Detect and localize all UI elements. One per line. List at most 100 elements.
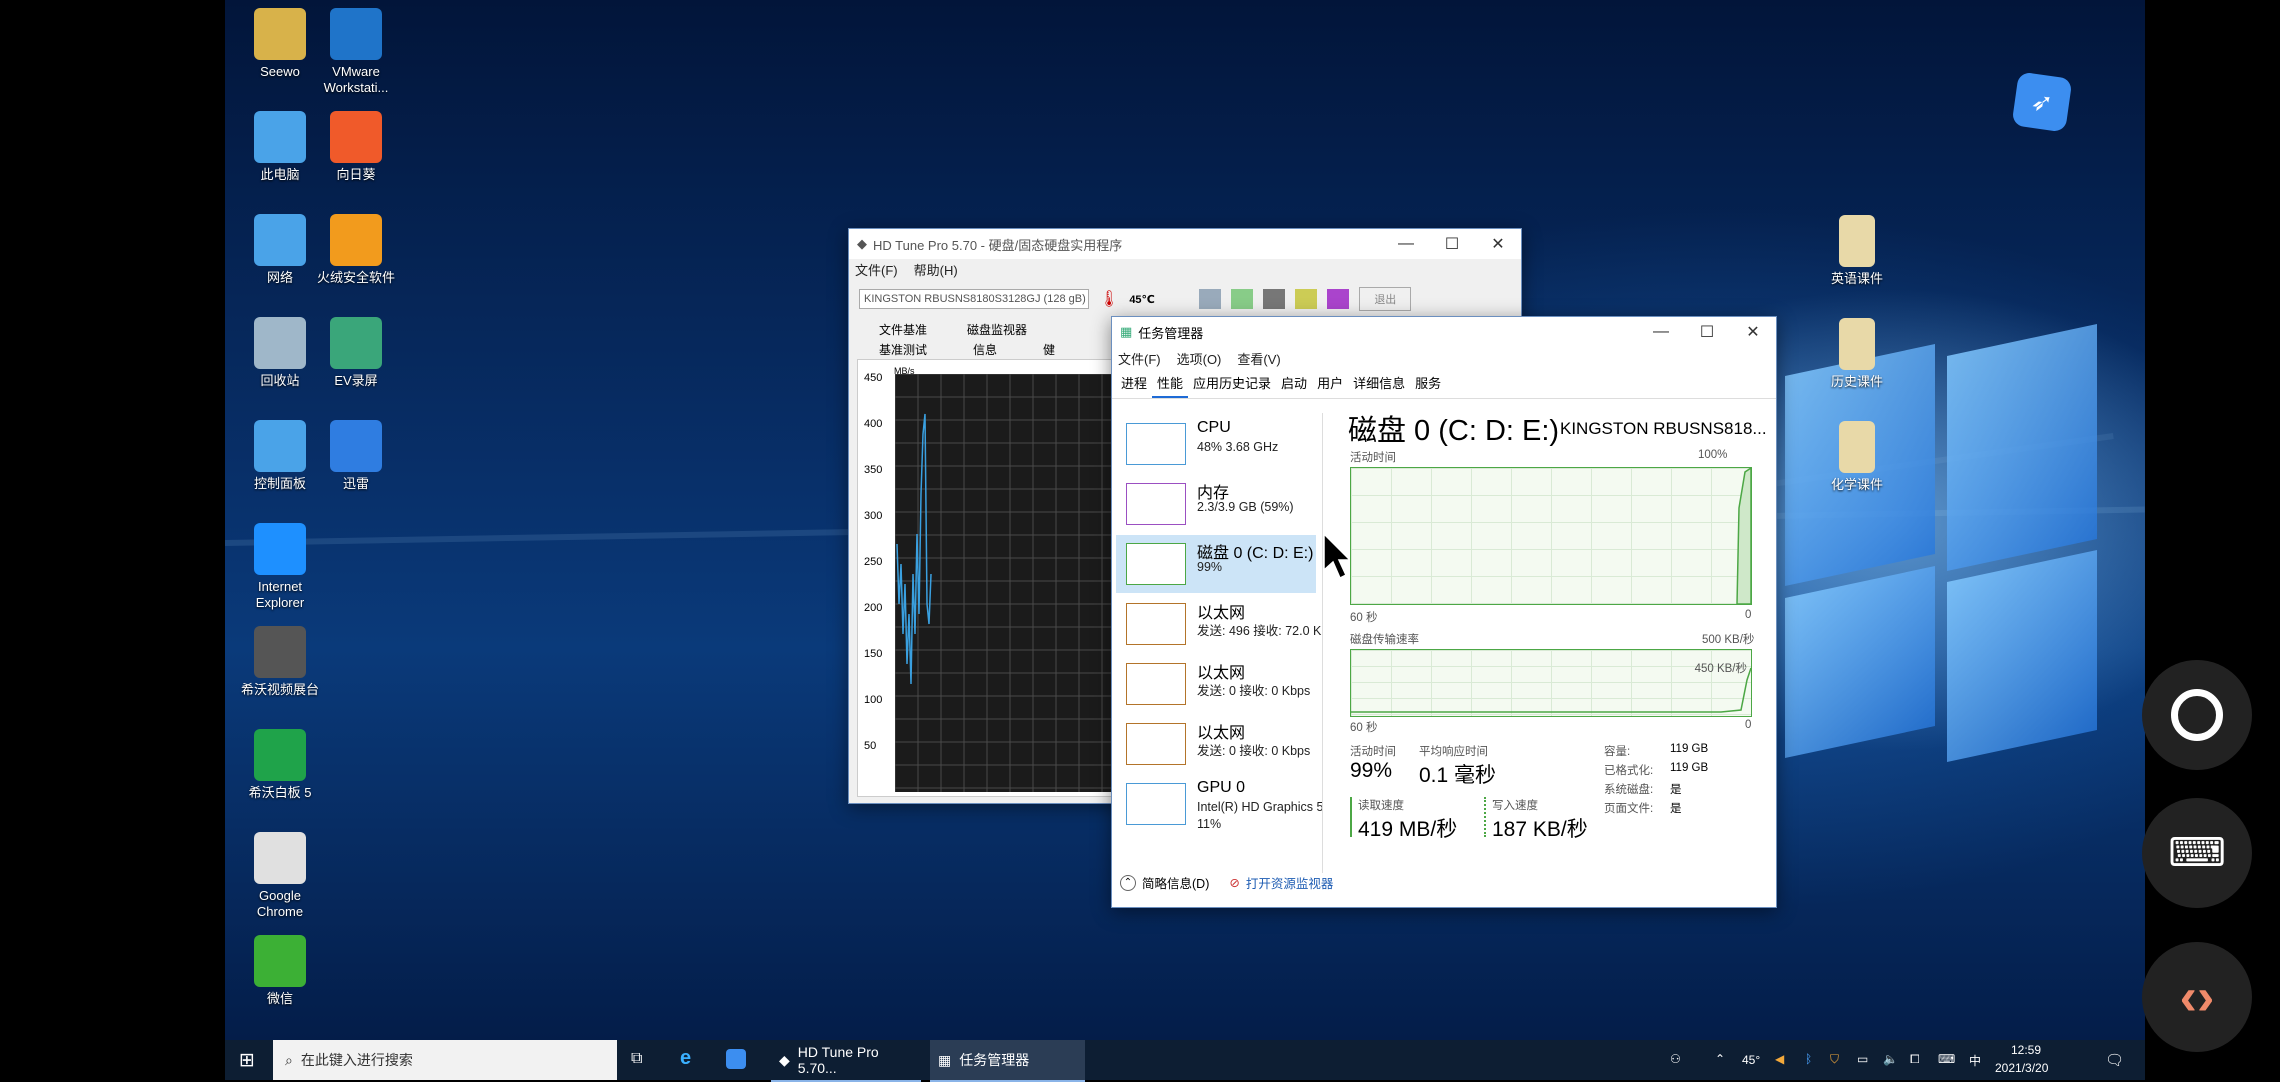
desktop-icon[interactable]: 英语课件 <box>1812 215 1902 287</box>
keyboard-button[interactable]: ⌨ <box>2142 798 2252 908</box>
copy-all-icon[interactable] <box>1231 289 1254 309</box>
perf-side-item[interactable]: 磁盘 0 (C: D: E:) 99% <box>1116 535 1316 593</box>
bluetooth-icon[interactable]: ᛒ <box>1805 1052 1812 1066</box>
desktop-icon[interactable]: 化学课件 <box>1812 421 1902 493</box>
perf-side-item[interactable]: 以太网 发送: 496 接收: 72.0 K <box>1116 595 1321 653</box>
minimize-button[interactable]: — <box>1638 323 1684 341</box>
screenshot-icon[interactable] <box>1263 289 1286 309</box>
vmware-icon <box>330 8 382 60</box>
tab-info[interactable]: 信息 <box>973 341 997 358</box>
perf-item-name: GPU 0 <box>1197 779 1246 796</box>
tab-benchmark[interactable]: 基准测试 <box>879 341 927 358</box>
perf-side-item[interactable]: 以太网 发送: 0 接收: 0 Kbps <box>1116 655 1316 713</box>
chevron-up-icon[interactable]: ⌃ <box>1120 874 1136 891</box>
taskmgr-menu-options[interactable]: 选项(O) <box>1177 349 1222 368</box>
maximize-button[interactable]: ☐ <box>1429 234 1475 254</box>
close-button[interactable]: ✕ <box>1730 322 1776 342</box>
tab-4[interactable]: 用户 <box>1312 369 1348 398</box>
notification-icon[interactable]: 🗨 <box>2105 1051 2124 1069</box>
options-icon[interactable] <box>1295 289 1318 309</box>
tab-1[interactable]: 性能 <box>1152 369 1189 398</box>
record-button[interactable] <box>2142 660 2252 770</box>
write-speed-bar <box>1484 797 1486 837</box>
desktop-icon[interactable]: 火绒安全软件 <box>311 214 401 286</box>
search-placeholder: 在此键入进行搜索 <box>300 1052 413 1068</box>
benchmark-graph <box>895 374 1127 792</box>
perf-side-item[interactable]: GPU 0 Intel(R) HD Graphics 5 11% <box>1116 775 1323 833</box>
search-box[interactable]: ⌕ 在此键入进行搜索 <box>273 1040 617 1080</box>
save-icon[interactable] <box>1327 289 1350 309</box>
shield-icon[interactable]: ⛉ <box>1830 1052 1839 1067</box>
xunlei-taskbar-icon[interactable] <box>726 1049 746 1069</box>
perf-thumbnail <box>1126 543 1186 585</box>
perf-side-item[interactable]: 内存 2.3/3.9 GB (59%) <box>1116 475 1316 533</box>
desktop-icon[interactable]: VMware Workstati... <box>311 8 401 96</box>
taskbar-app-hdtune[interactable]: ◆ HD Tune Pro 5.70... <box>771 1040 921 1082</box>
exit-button[interactable]: 退出 <box>1359 287 1412 311</box>
desktop-icon[interactable]: 希沃视频展台 <box>235 626 325 698</box>
y-tick-label: 400 <box>864 418 883 430</box>
desktop-icon-label: 火绒安全软件 <box>316 270 395 285</box>
ie-taskbar-icon[interactable]: e <box>680 1047 691 1070</box>
folder-icon <box>1839 215 1875 267</box>
active-time-value: 99% <box>1350 759 1393 782</box>
tab-disk-monitor[interactable]: 磁盘监视器 <box>967 321 1027 338</box>
network-icon[interactable]: ▭ <box>1857 1052 1868 1066</box>
fewer-details-link[interactable]: 简略信息(D) <box>1142 873 1209 892</box>
hdtune-app-icon: ◆ <box>779 1051 790 1068</box>
desktop-icon[interactable]: 希沃白板 5 <box>235 729 325 801</box>
desktop-icon[interactable]: 历史课件 <box>1812 318 1902 390</box>
desktop-icon[interactable]: Internet Explorer <box>235 523 325 611</box>
tab-3[interactable]: 启动 <box>1276 369 1312 398</box>
volume-icon[interactable]: 🔈 <box>1883 1052 1898 1066</box>
taskmgr-title: 任务管理器 <box>1138 325 1204 341</box>
windows-logo-wallpaper <box>1785 324 2145 762</box>
window-icon[interactable]: ⧠ <box>1910 1052 1920 1067</box>
page-file-label: 页面文件: <box>1604 803 1654 815</box>
perf-side-item[interactable]: CPU 48% 3.68 GHz <box>1116 415 1316 473</box>
taskmgr-menu-file[interactable]: 文件(F) <box>1118 349 1161 368</box>
speaker-icon[interactable]: ◀ <box>1775 1052 1784 1066</box>
taskmgr-titlebar[interactable]: ▦ 任务管理器 — ☐ ✕ <box>1112 317 1776 347</box>
keyboard-icon[interactable]: ⌨ <box>1938 1052 1955 1066</box>
page-file-value: 是 <box>1670 803 1682 815</box>
copy-icon[interactable] <box>1199 289 1222 309</box>
y-tick-label: 350 <box>864 464 883 476</box>
close-button[interactable]: ✕ <box>1475 234 1521 254</box>
start-button[interactable]: ⊞ <box>239 1049 255 1072</box>
minimize-button[interactable]: — <box>1383 235 1429 253</box>
maximize-button[interactable]: ☐ <box>1684 322 1730 342</box>
people-icon[interactable]: ⚇ <box>1670 1052 1681 1066</box>
drive-select[interactable]: KINGSTON RBUSNS8180S3128GJ (128 gB) <box>859 289 1089 309</box>
hdtune-titlebar[interactable]: ◆ HD Tune Pro 5.70 - 硬盘/固态硬盘实用程序 — ☐ ✕ <box>849 229 1521 259</box>
desktop-icon[interactable]: 微信 <box>235 935 325 1007</box>
clock-date[interactable]: 2021/3/20 <box>1995 1061 2048 1075</box>
desktop-icon[interactable]: 迅雷 <box>311 420 401 492</box>
tab-5[interactable]: 详细信息 <box>1348 369 1410 398</box>
xunlei-float-icon[interactable]: ➶ <box>2011 71 2073 133</box>
hdtune-menu-help[interactable]: 帮助(H) <box>914 260 958 279</box>
taskmgr-menu-view[interactable]: 查看(V) <box>1237 349 1280 368</box>
desktop-icon-label: 微信 <box>266 991 293 1006</box>
perf-side-item[interactable]: 以太网 发送: 0 接收: 0 Kbps <box>1116 715 1316 773</box>
task-view-icon[interactable]: ⧉ <box>631 1050 642 1068</box>
open-resource-monitor-link[interactable]: 打开资源监视器 <box>1246 873 1334 892</box>
tab-2[interactable]: 应用历史记录 <box>1188 369 1276 398</box>
chevron-up-icon[interactable]: ⌃ <box>1715 1052 1725 1066</box>
desktop-icon[interactable]: Google Chrome <box>235 832 325 920</box>
arrows-icon: ‹› <box>2179 968 2215 1026</box>
ime-indicator[interactable]: 中 <box>1969 1052 1981 1069</box>
desktop-icon[interactable]: EV录屏 <box>311 317 401 389</box>
collapse-button[interactable]: ‹› <box>2142 942 2252 1052</box>
clock-time[interactable]: 12:59 <box>2011 1043 2041 1057</box>
desktop-icon[interactable]: 向日葵 <box>311 111 401 183</box>
en-board-icon <box>254 729 306 781</box>
tab-0[interactable]: 进程 <box>1116 369 1152 398</box>
tab-6[interactable]: 服务 <box>1410 369 1446 398</box>
hdtune-menu-file[interactable]: 文件(F) <box>855 260 898 279</box>
taskbar-app-taskmgr[interactable]: ▦ 任务管理器 <box>930 1040 1085 1082</box>
tab-health[interactable]: 健 <box>1043 341 1055 358</box>
task-manager-window[interactable]: ▦ 任务管理器 — ☐ ✕ 文件(F) 选项(O) 查看(V) 进程 性能 应用历史… <box>1111 316 1777 908</box>
perf-thumbnail <box>1126 663 1186 705</box>
tab-file-benchmark[interactable]: 文件基准 <box>879 321 927 338</box>
